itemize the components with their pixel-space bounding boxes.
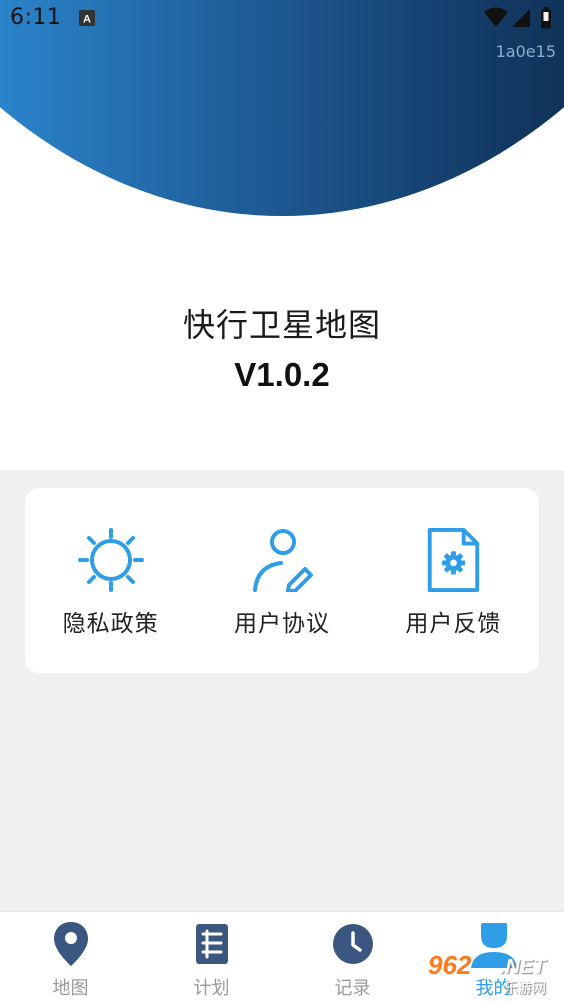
watermark-net: .NET [500, 956, 546, 978]
nav-item-plan[interactable]: 计划 [141, 912, 282, 1002]
battery-icon [541, 7, 551, 29]
watermark-main: 962 [428, 950, 472, 980]
app-version: V1.0.2 [234, 356, 330, 393]
map-pin-icon [53, 922, 88, 966]
header-area: 6:11 A 1a0e15 快行卫星地图 V1.0.2 [0, 0, 564, 470]
nav-label-plan: 计划 [193, 978, 230, 999]
wifi-icon [484, 7, 508, 27]
nav-label-record: 记录 [334, 978, 371, 999]
nav-item-record[interactable]: 记录 [282, 912, 423, 1002]
build-tag: 1a0e15 [495, 42, 556, 61]
clock-icon [332, 924, 373, 964]
nav-label-map: 地图 [52, 978, 89, 999]
a-notification-icon: A [79, 10, 95, 26]
svg-text:A: A [83, 14, 91, 26]
watermark-logo: 962 .NET 乐游网 [428, 950, 558, 997]
user-agreement-label: 用户协议 [233, 611, 330, 637]
list-icon [195, 924, 228, 964]
app-name: 快行卫星地图 [182, 306, 381, 344]
signal-icon [512, 9, 530, 27]
document-gear-icon [428, 528, 480, 592]
user-edit-icon [252, 529, 313, 592]
privacy-policy-button[interactable]: 隐私政策 [36, 528, 186, 638]
user-feedback-label: 用户反馈 [405, 611, 502, 637]
privacy-policy-label: 隐私政策 [62, 611, 159, 637]
sun-icon [77, 528, 144, 592]
status-bar: 6:11 A [0, 0, 564, 38]
user-feedback-button[interactable]: 用户反馈 [378, 528, 528, 638]
actions-card: 隐私政策 用户协议 用户反馈 [25, 488, 539, 673]
status-time: 6:11 [10, 5, 62, 30]
watermark-sub: 乐游网 [504, 981, 546, 997]
nav-item-map[interactable]: 地图 [0, 912, 141, 1002]
user-agreement-button[interactable]: 用户协议 [207, 528, 357, 638]
